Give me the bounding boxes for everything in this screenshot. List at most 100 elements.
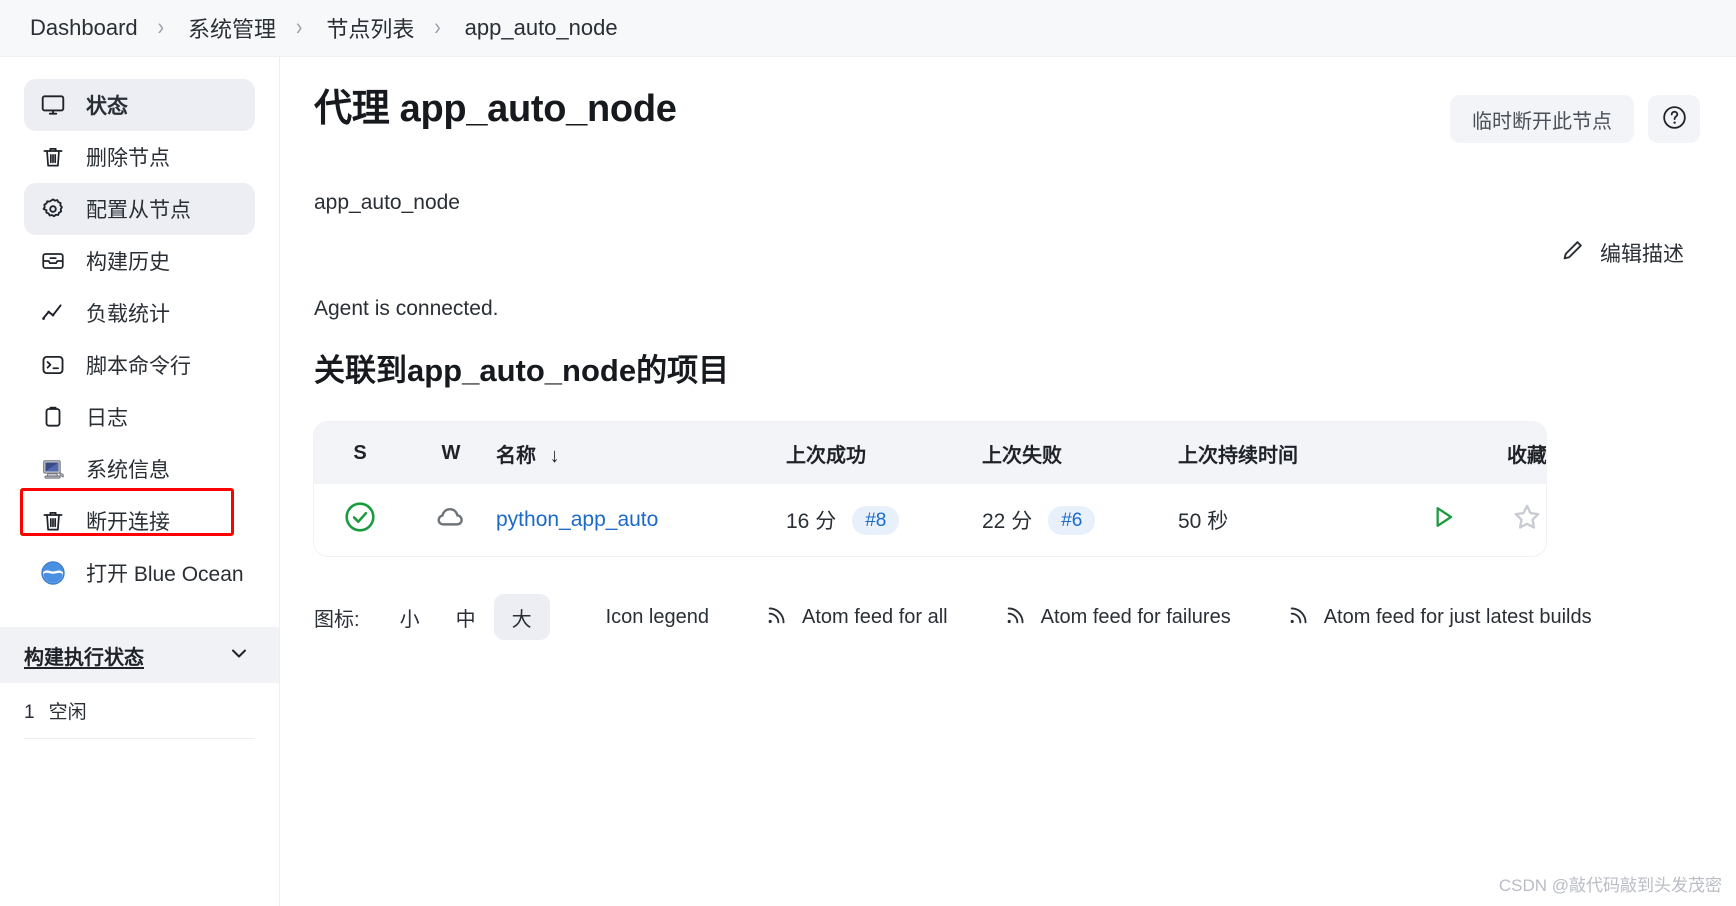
atom-feed-latest-builds-label: Atom feed for just latest builds — [1323, 605, 1592, 628]
sidebar-item-system-information[interactable]: 系统信息 — [24, 443, 255, 495]
icon-size-label: 图标: — [314, 608, 360, 631]
sidebar-item-label: 打开 Blue Ocean — [86, 563, 244, 586]
sidebar-item-label: 断开连接 — [86, 511, 170, 534]
chevron-right-icon: › — [157, 14, 164, 41]
help-button[interactable] — [1648, 95, 1700, 143]
column-header-status[interactable]: S — [314, 422, 406, 484]
sidebar-item-label: 脚本命令行 — [86, 355, 191, 378]
cell-status — [314, 484, 406, 556]
last-success-time: 16 分 — [786, 510, 837, 533]
sidebar: 状态 删除节点 配置从节点 构建历史 负载统计 脚本命令行 日志 系统信息 断开… — [0, 57, 280, 906]
blue-ocean-icon — [40, 560, 66, 586]
monitor-icon — [40, 92, 66, 118]
column-header-last-failure[interactable]: 上次失败 — [982, 422, 1178, 484]
sidebar-item-label: 构建历史 — [86, 251, 170, 274]
success-check-circle-icon[interactable] — [343, 502, 377, 539]
icon-size-small-button[interactable]: 小 — [382, 594, 438, 640]
icon-size-medium-button[interactable]: 中 — [438, 594, 494, 640]
edit-description-label[interactable]: 编辑描述 — [1600, 238, 1684, 268]
icon-size-large-button[interactable]: 大 — [493, 594, 550, 640]
edit-description-row[interactable]: 编辑描述 — [314, 237, 1700, 269]
computer-icon — [40, 456, 66, 482]
sidebar-item-build-history[interactable]: 构建历史 — [24, 235, 255, 287]
trend-line-icon — [40, 300, 66, 326]
section-title: 关联到app_auto_node的项目 — [314, 353, 730, 388]
main-content: 代理 app_auto_node 临时断开此节点 app_auto_node 编… — [280, 57, 1736, 906]
job-link[interactable]: python_app_auto — [496, 508, 658, 531]
sidebar-item-status[interactable]: 状态 — [24, 79, 255, 131]
terminal-icon — [40, 352, 66, 378]
breadcrumb-item-system-manage[interactable]: 系统管理 — [182, 10, 282, 46]
rss-icon — [1004, 602, 1029, 633]
atom-feed-failures-link[interactable]: Atom feed for failures — [1004, 602, 1231, 633]
column-header-run — [1408, 422, 1478, 484]
star-outline-icon[interactable] — [1510, 504, 1544, 539]
chevron-right-icon: › — [295, 14, 303, 41]
clipboard-icon — [40, 404, 66, 430]
column-header-name[interactable]: 名称 ↓ — [496, 422, 786, 484]
footer-controls: 图标: 小 中 大 Icon legend Atom feed for all … — [314, 594, 1700, 640]
table-row: python_app_auto 16 分 #8 22 分 #6 50 秒 — [314, 484, 1546, 556]
page-title: 代理 app_auto_node — [314, 88, 677, 130]
cell-name: python_app_auto — [496, 484, 786, 556]
breadcrumb-item-current-node[interactable]: app_auto_node — [459, 13, 624, 43]
chevron-down-icon[interactable] — [227, 641, 251, 670]
cell-weather — [406, 484, 496, 556]
build-executor-status-header[interactable]: 构建执行状态 — [0, 627, 279, 683]
sidebar-item-label: 状态 — [86, 95, 128, 118]
atom-feed-all-link[interactable]: Atom feed for all — [765, 602, 948, 633]
sort-down-arrow-icon: ↓ — [549, 444, 560, 467]
sidebar-item-label: 删除节点 — [86, 147, 170, 170]
sidebar-item-logs[interactable]: 日志 — [24, 391, 255, 443]
temporarily-disconnect-button[interactable]: 临时断开此节点 — [1450, 95, 1634, 143]
chevron-right-icon: › — [434, 14, 441, 41]
build-executor-status-title: 构建执行状态 — [24, 646, 144, 669]
play-triangle-icon[interactable] — [1427, 507, 1459, 538]
rss-icon — [1287, 602, 1312, 633]
column-header-last-duration[interactable]: 上次持续时间 — [1178, 422, 1408, 484]
build-executor-list: 1 空闲 — [0, 683, 279, 739]
icon-legend-link[interactable]: Icon legend — [606, 606, 709, 629]
breadcrumb: Dashboard › 系统管理 › 节点列表 › app_auto_node — [0, 0, 1736, 57]
executor-number: 1 — [24, 702, 35, 723]
jobs-table-header-row: S W 名称 ↓ 上次成功 上次失败 上次持续时间 收藏 — [314, 422, 1546, 484]
atom-feed-latest-builds-link[interactable]: Atom feed for just latest builds — [1287, 602, 1592, 633]
help-circle-icon — [1661, 104, 1688, 134]
sidebar-item-load-statistics[interactable]: 负载统计 — [24, 287, 255, 339]
rss-icon — [765, 602, 790, 633]
cell-favorite — [1478, 484, 1546, 556]
executor-row[interactable]: 1 空闲 — [24, 697, 255, 739]
inbox-icon — [40, 248, 66, 274]
trash-icon — [40, 144, 66, 170]
breadcrumb-item-node-list[interactable]: 节点列表 — [320, 10, 420, 46]
sidebar-item-label: 系统信息 — [86, 459, 170, 482]
sidebar-item-delete-node[interactable]: 删除节点 — [24, 131, 255, 183]
breadcrumb-item-dashboard[interactable]: Dashboard — [24, 13, 144, 43]
jobs-table-body: python_app_auto 16 分 #8 22 分 #6 50 秒 — [314, 484, 1546, 556]
sidebar-item-script-console[interactable]: 脚本命令行 — [24, 339, 255, 391]
column-header-weather[interactable]: W — [406, 422, 496, 484]
last-failure-time: 22 分 — [982, 510, 1033, 533]
sidebar-item-open-blue-ocean[interactable]: 打开 Blue Ocean — [24, 547, 255, 599]
atom-feed-all-label: Atom feed for all — [801, 605, 948, 628]
jobs-table: S W 名称 ↓ 上次成功 上次失败 上次持续时间 收藏 python_app_… — [314, 422, 1546, 556]
cloud-icon[interactable] — [434, 508, 468, 539]
cell-last-success: 16 分 #8 — [786, 484, 982, 556]
icon-legend-label: Icon legend — [605, 605, 709, 628]
sidebar-item-disconnect[interactable]: 断开连接 — [24, 495, 255, 547]
page-actions: 临时断开此节点 — [1450, 87, 1700, 143]
cell-last-duration: 50 秒 — [1178, 510, 1229, 533]
column-header-last-success[interactable]: 上次成功 — [786, 422, 982, 484]
jobs-table-head: S W 名称 ↓ 上次成功 上次失败 上次持续时间 收藏 — [314, 422, 1546, 484]
sidebar-item-label: 配置从节点 — [86, 199, 191, 222]
sidebar-item-configure-slave[interactable]: 配置从节点 — [24, 183, 255, 235]
page-header: 代理 app_auto_node 临时断开此节点 — [314, 87, 1700, 143]
last-success-build-badge[interactable]: #8 — [852, 505, 900, 535]
last-failure-build-badge[interactable]: #6 — [1048, 505, 1096, 535]
sidebar-item-label: 负载统计 — [86, 303, 170, 326]
column-header-favorite[interactable]: 收藏 — [1478, 422, 1546, 484]
cell-last-failure: 22 分 #6 — [982, 484, 1178, 556]
agent-status-text: Agent is connected. — [314, 297, 499, 320]
column-header-name-label: 名称 — [496, 444, 536, 467]
trash-icon — [40, 508, 66, 534]
